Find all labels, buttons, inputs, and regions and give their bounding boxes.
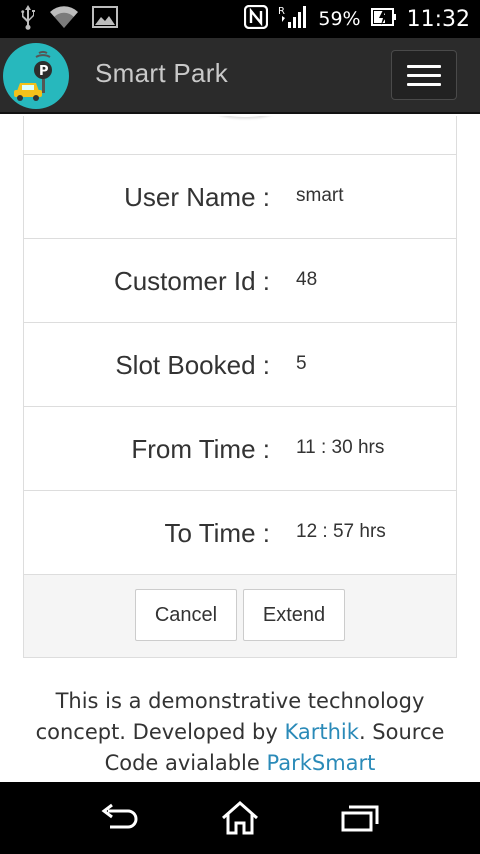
status-right-icons: R 59% 11:32 [244,0,470,38]
parking-car-logo[interactable]: P [3,43,69,109]
detail-value: 48 [296,269,318,290]
author-link[interactable]: Karthik [284,720,358,744]
usb-icon [20,4,36,34]
svg-text:P: P [39,64,49,79]
detail-value: 12 : 57 hrs [296,521,386,542]
detail-label: User Name : [124,182,270,212]
detail-label: Customer Id : [113,266,270,296]
status-left-icons [20,4,118,34]
detail-label: To Time : [164,518,270,548]
battery-percent: 59% [318,8,361,30]
battery-charging-icon [370,7,397,32]
card-header-strip [24,116,456,155]
hamburger-menu-icon[interactable] [391,50,457,100]
detail-label: Slot Booked : [115,350,270,380]
detail-value: smart [296,185,344,206]
recent-apps-icon[interactable] [338,798,382,838]
menu-line [407,64,441,68]
back-icon[interactable] [98,798,142,838]
extend-button[interactable]: Extend [243,589,345,641]
detail-row-slot-booked: Slot Booked : 5 [24,323,456,407]
app-title: Smart Park [95,58,229,88]
menu-line [407,82,441,86]
card-actions: Cancel Extend [24,575,456,657]
status-time: 11:32 [406,6,470,32]
signal-icon: R [278,4,308,35]
booking-details-card: User Name : smart Customer Id : 48 Slot … [23,116,457,658]
detail-row-to-time: To Time : 12 : 57 hrs [24,491,456,575]
app-bar: P Smart Park [0,38,480,114]
detail-row-from-time: From Time : 11 : 30 hrs [24,407,456,491]
detail-row-user-name: User Name : smart [24,155,456,239]
status-bar: R 59% 11:32 [0,0,480,38]
navigation-bar [0,782,480,854]
menu-line [407,73,441,77]
detail-row-customer-id: Customer Id : 48 [24,239,456,323]
main-content: User Name : smart Customer Id : 48 Slot … [0,116,480,782]
home-icon[interactable] [218,798,262,838]
cancel-button[interactable]: Cancel [135,589,237,641]
card-top-shadow [209,116,281,117]
image-icon [92,6,118,32]
footer-text: This is a demonstrative technology conce… [30,686,450,779]
detail-value: 5 [296,353,307,374]
nfc-icon [244,4,269,34]
wifi-icon [50,6,78,32]
detail-label: From Time : [131,434,270,464]
repo-link[interactable]: ParkSmart [266,751,375,775]
detail-value: 11 : 30 hrs [296,437,385,458]
svg-text:R: R [278,6,285,17]
